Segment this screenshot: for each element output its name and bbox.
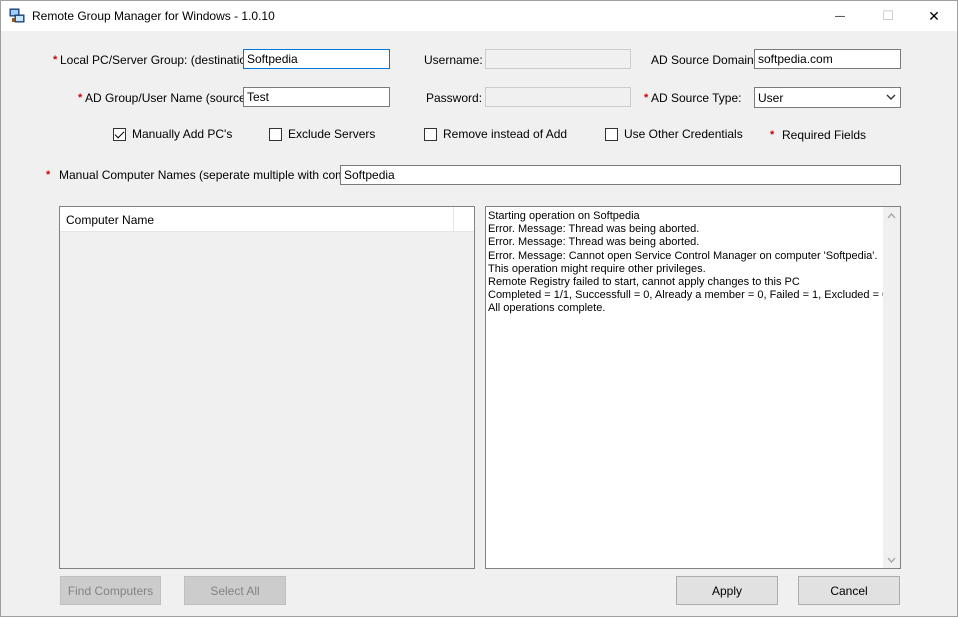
scroll-down-icon[interactable] (883, 551, 900, 568)
list-body[interactable] (60, 232, 474, 568)
required-marker: * (770, 129, 775, 141)
log-line: Error. Message: Thread was being aborted… (488, 236, 700, 249)
ad-source-type-value: User (758, 91, 784, 105)
ad-group-label: AD Group/User Name (source): (85, 91, 254, 105)
close-icon: ✕ (928, 7, 940, 24)
apply-button[interactable]: Apply (676, 576, 778, 605)
maximize-button[interactable]: ☐ (865, 1, 911, 31)
scroll-up-icon[interactable] (883, 207, 900, 224)
remove-instead-checkbox[interactable]: Remove instead of Add (424, 127, 567, 141)
manually-add-label: Manually Add PC's (132, 127, 233, 141)
minimize-icon: — (835, 10, 845, 22)
minimize-button[interactable]: — (817, 1, 863, 31)
other-credentials-checkbox[interactable]: Use Other Credentials (605, 127, 743, 141)
exclude-servers-checkbox[interactable]: Exclude Servers (269, 127, 375, 141)
local-group-input[interactable]: Softpedia (243, 49, 390, 69)
local-group-value: Softpedia (247, 52, 298, 66)
cancel-button[interactable]: Cancel (798, 576, 900, 605)
required-fields-note: Required Fields (782, 128, 867, 142)
log-line: All operations complete. (488, 302, 606, 315)
find-computers-button[interactable]: Find Computers (60, 576, 161, 605)
password-input[interactable] (485, 87, 631, 107)
required-marker: * (46, 169, 51, 181)
checkbox-box[interactable] (113, 127, 126, 141)
exclude-servers-label: Exclude Servers (288, 127, 376, 141)
required-marker: * (78, 92, 83, 104)
select-all-button[interactable]: Select All (184, 576, 286, 605)
manually-add-checkbox[interactable]: Manually Add PC's (113, 127, 232, 141)
manual-names-value: Softpedia (344, 168, 395, 182)
ad-group-value: Test (247, 90, 270, 104)
column-header-computer-name[interactable]: Computer Name (60, 207, 454, 232)
manual-names-label: Manual Computer Names (seperate multiple… (59, 168, 378, 182)
chevron-down-icon (886, 91, 896, 105)
local-group-label: Local PC/Server Group: (destination) (60, 53, 257, 67)
log-line: Error. Message: Thread was being aborted… (488, 223, 700, 236)
vertical-scrollbar[interactable] (883, 207, 900, 568)
ad-source-type-label: AD Source Type: (651, 91, 742, 105)
required-marker: * (53, 54, 58, 66)
remove-instead-label: Remove instead of Add (443, 127, 568, 141)
computers-network-icon (9, 8, 25, 24)
checkbox-box[interactable] (269, 127, 282, 141)
manual-names-input[interactable]: Softpedia (340, 165, 901, 185)
main-window: Remote Group Manager for Windows - 1.0.1… (0, 0, 958, 617)
log-line: Error. Message: Cannot open Service Cont… (488, 249, 878, 262)
log-line: This operation might require other privi… (488, 262, 706, 275)
log-line: Completed = 1/1, Successfull = 0, Alread… (488, 289, 889, 302)
ad-source-domain-input[interactable]: softpedia.com (754, 49, 901, 69)
username-label: Username: (424, 53, 483, 67)
list-header: Computer Name (60, 207, 474, 232)
maximize-icon: ☐ (882, 8, 894, 23)
ad-group-input[interactable]: Test (243, 87, 390, 107)
password-label: Password: (426, 91, 483, 105)
close-button[interactable]: ✕ (911, 1, 957, 31)
log-output[interactable]: Starting operation on Softpedia Error. M… (485, 206, 901, 569)
window-title: Remote Group Manager for Windows - 1.0.1… (32, 9, 275, 23)
log-line: Remote Registry failed to start, cannot … (488, 276, 800, 289)
username-input[interactable] (485, 49, 631, 69)
log-line: Starting operation on Softpedia (488, 210, 640, 222)
required-marker: * (644, 92, 649, 104)
ad-source-type-select[interactable]: User (754, 87, 901, 108)
ad-source-domain-value: softpedia.com (758, 52, 833, 66)
checkbox-box[interactable] (424, 127, 437, 141)
ad-source-domain-label: AD Source Domain: (651, 53, 758, 67)
checkbox-box[interactable] (605, 127, 618, 141)
other-credentials-label: Use Other Credentials (624, 127, 743, 141)
title-bar[interactable]: Remote Group Manager for Windows - 1.0.1… (1, 1, 957, 31)
computer-list[interactable]: Computer Name (59, 206, 475, 569)
log-text: Starting operation on Softpedia Error. M… (488, 210, 889, 316)
